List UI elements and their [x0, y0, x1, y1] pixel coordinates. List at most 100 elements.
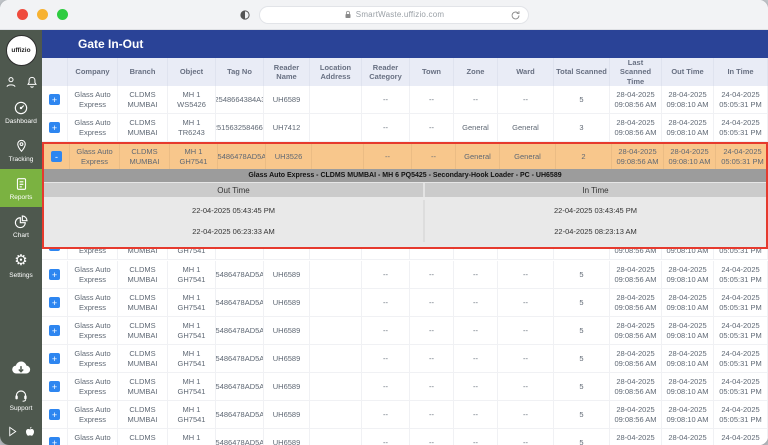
expand-row-button[interactable]: + [49, 249, 60, 251]
cell-object: MH 1 GH7541 [168, 249, 216, 259]
cell-company: Glass Auto Express [68, 249, 118, 259]
cell-ward: -- [498, 289, 554, 316]
cell-zone: -- [454, 261, 498, 288]
minimize-button[interactable] [37, 9, 48, 20]
expand-row-button[interactable]: + [49, 353, 60, 364]
cell-town: -- [410, 429, 454, 445]
uffizio-logo[interactable]: uffizio [5, 35, 37, 66]
cell-town: -- [410, 373, 454, 400]
cell-reader_name: UH6589 [264, 249, 310, 259]
cell-location_address [310, 345, 362, 372]
cell-total_scanned: 5 [554, 373, 610, 400]
expand-row-button[interactable]: + [49, 297, 60, 308]
cell-last_scanned_time: 28-04-2025 09:08:56 AM [610, 249, 662, 259]
cell-total_scanned: 5 [554, 317, 610, 344]
cell-ward: -- [498, 261, 554, 288]
cell-branch: CLDMS MUMBAI [118, 373, 168, 400]
shield-icon[interactable] [239, 9, 251, 21]
sidebar-item-reports[interactable]: Reports [0, 169, 42, 207]
cell-total_scanned: 3 [554, 114, 610, 141]
table-row: + Glass Auto Express CLDMS MUMBAI MH 1 TR62… [42, 114, 768, 142]
expand-row-button[interactable]: + [49, 122, 60, 133]
cell-in_time: 24-04-2025 05:05:31 PM [714, 401, 768, 428]
cell-out_time: 28-04-2025 09:08:10 AM [662, 373, 714, 400]
expand-row-button[interactable]: + [49, 409, 60, 420]
close-button[interactable] [17, 9, 28, 20]
cell-location_address [310, 261, 362, 288]
cell-ward: -- [498, 429, 554, 445]
url-text: SmartWaste.uffizio.com [355, 10, 445, 19]
sidebar-item-tracking[interactable]: Tracking [0, 131, 42, 169]
cell-company: Glass Auto Express [68, 86, 118, 113]
cell-in_time: 24-04-2025 05:05:31 PM [714, 261, 768, 288]
cell-in_time: 24-04-2025 05:05:31 PM [714, 114, 768, 141]
column-header-town: Town [410, 58, 454, 87]
expand-row-button[interactable]: + [49, 325, 60, 336]
cell-reader_name: UH6589 [264, 261, 310, 288]
column-header-out_time: Out Time [662, 58, 714, 87]
cell-last_scanned_time: 28-04-2025 09:08:56 AM [610, 317, 662, 344]
cell-object: MH 1 WS5426 [168, 86, 216, 113]
cell-zone: -- [454, 317, 498, 344]
expand-row-button[interactable]: + [49, 94, 60, 105]
sidebar-item-support[interactable]: Support [0, 380, 42, 418]
cell-out_time: 28-04-2025 09:08:10 AM [662, 261, 714, 288]
cell-ward: -- [498, 345, 554, 372]
cell-location_address [310, 373, 362, 400]
sidebar-item-dashboard[interactable]: Dashboard [0, 93, 42, 131]
collapse-row-button[interactable]: - [51, 151, 62, 162]
expand-row-button[interactable]: + [49, 269, 60, 280]
cell-town: -- [410, 401, 454, 428]
sidebar-item-chart[interactable]: Chart [0, 207, 42, 245]
zoom-button[interactable] [57, 9, 68, 20]
cell-in_time: 24-04-2025 05:05:31 PM [714, 289, 768, 316]
expand-row-button[interactable]: + [49, 437, 60, 445]
google-play-icon[interactable] [7, 426, 18, 437]
window-controls [17, 9, 68, 20]
cell-branch: CLDMS MUMBAI [118, 345, 168, 372]
cloud-download-icon[interactable] [10, 359, 32, 376]
cell-out_time: 28-04-2025 09:08:10 AM [662, 114, 714, 141]
cell-reader_name: UH3526 [266, 144, 312, 169]
cell-tag_no: E25486478AD5A3.. [216, 317, 264, 344]
cell-town: -- [410, 249, 454, 259]
user-icon[interactable] [4, 75, 18, 89]
cell-in_time: 24-04-2025 05:05:31 PM [714, 429, 768, 445]
cell-town: -- [410, 345, 454, 372]
sidebar-nav: Dashboard Tracking Reports Chart ⚙ Settings [0, 93, 42, 285]
refresh-icon[interactable] [510, 10, 521, 21]
apple-icon[interactable] [24, 425, 36, 438]
cell-object: MH 1 GH7541 [168, 345, 216, 372]
bell-icon[interactable] [25, 75, 39, 89]
address-bar[interactable]: SmartWaste.uffizio.com [259, 5, 529, 24]
sidebar-item-label: Tracking [8, 156, 34, 163]
cell-company: Glass Auto Express [68, 345, 118, 372]
cell-object: MH 1 GH7541 [168, 261, 216, 288]
cell-in_time: 24-04-2025 05:05:31 PM [716, 144, 768, 169]
expand-row-button[interactable]: + [49, 381, 60, 392]
cell-zone: General [454, 114, 498, 141]
cell-branch: CLDMS MUMBAI [118, 261, 168, 288]
cell-tag_no: E25486478AD5A3.. [216, 345, 264, 372]
detail-panel-title: Glass Auto Express - CLDMS MUMBAI - MH 6… [44, 169, 766, 182]
column-header-branch: Branch [118, 58, 168, 87]
table-row: + Glass Auto ExpressCLDMS MUMBAIMH 1 GH75… [42, 373, 768, 401]
cell-town: -- [412, 144, 456, 169]
cell-reader_name: UH6589 [264, 289, 310, 316]
detail-out-time: 22-04-2025 06:23:33 AM [192, 227, 275, 236]
cell-location_address [312, 144, 364, 169]
cell-zone: -- [454, 345, 498, 372]
cell-branch: CLDMS MUMBAI [118, 249, 168, 259]
cell-reader_name: UH6589 [264, 373, 310, 400]
logo-text: uffizio [11, 47, 31, 54]
cell-branch: CLDMS MUMBAI [118, 401, 168, 428]
cell-object: MH 1 GH7541 [168, 317, 216, 344]
sidebar-item-settings[interactable]: ⚙ Settings [0, 245, 42, 285]
cell-tag_no: E25486478AD5A3.. [216, 429, 264, 445]
cell-reader_category: -- [362, 401, 410, 428]
cell-branch: CLDMS MUMBAI [118, 289, 168, 316]
table-row: + Glass Auto ExpressCLDMS MUMBAIMH 1 GH75… [42, 317, 768, 345]
cell-zone: -- [454, 401, 498, 428]
browser-window: SmartWaste.uffizio.com uffizio Dashboard… [0, 0, 768, 445]
cell-in_time: 24-04-2025 05:05:31 PM [714, 86, 768, 113]
